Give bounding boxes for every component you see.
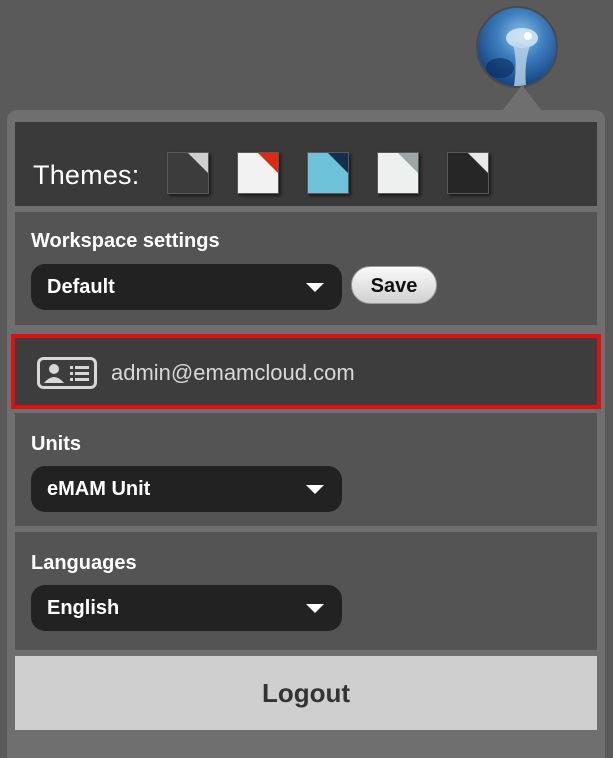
theme-swatch-graphic xyxy=(378,153,418,193)
themes-section: Themes: xyxy=(15,122,597,206)
theme-swatch-graphic xyxy=(238,153,278,193)
theme-swatch-black[interactable] xyxy=(447,152,489,194)
popover-arrow xyxy=(502,85,542,111)
user-email: admin@emamcloud.com xyxy=(111,360,355,385)
chevron-down-icon xyxy=(306,283,324,292)
chevron-down-icon xyxy=(306,604,324,613)
user-avatar[interactable] xyxy=(478,8,556,86)
themes-label: Themes: xyxy=(33,160,140,190)
theme-swatch-red[interactable] xyxy=(237,152,279,194)
save-button[interactable]: Save xyxy=(351,266,437,304)
languages-select[interactable]: English xyxy=(31,585,342,631)
theme-swatch-light[interactable] xyxy=(377,152,419,194)
avatar-image xyxy=(486,28,538,86)
theme-swatch-graphic xyxy=(168,153,208,193)
workspace-settings-title: Workspace settings xyxy=(31,230,220,252)
languages-title: Languages xyxy=(31,552,137,574)
workspace-select-value: Default xyxy=(47,276,115,298)
logout-button[interactable]: Logout xyxy=(15,656,597,730)
user-menu-panel: Themes: Workspace settings Default Save … xyxy=(7,110,605,758)
languages-select-value: English xyxy=(47,597,120,619)
theme-swatch-dark-grey[interactable] xyxy=(167,152,209,194)
theme-swatch-graphic xyxy=(308,153,348,193)
units-select-value: eMAM Unit xyxy=(47,478,151,500)
user-account-row[interactable]: admin@emamcloud.com xyxy=(11,334,601,409)
workspace-select[interactable]: Default xyxy=(31,264,342,310)
id-card-icon xyxy=(37,357,97,389)
theme-swatch-cyan[interactable] xyxy=(307,152,349,194)
chevron-down-icon xyxy=(306,485,324,494)
units-title: Units xyxy=(31,433,81,455)
units-select[interactable]: eMAM Unit xyxy=(31,466,342,512)
theme-swatch-graphic xyxy=(448,153,488,193)
